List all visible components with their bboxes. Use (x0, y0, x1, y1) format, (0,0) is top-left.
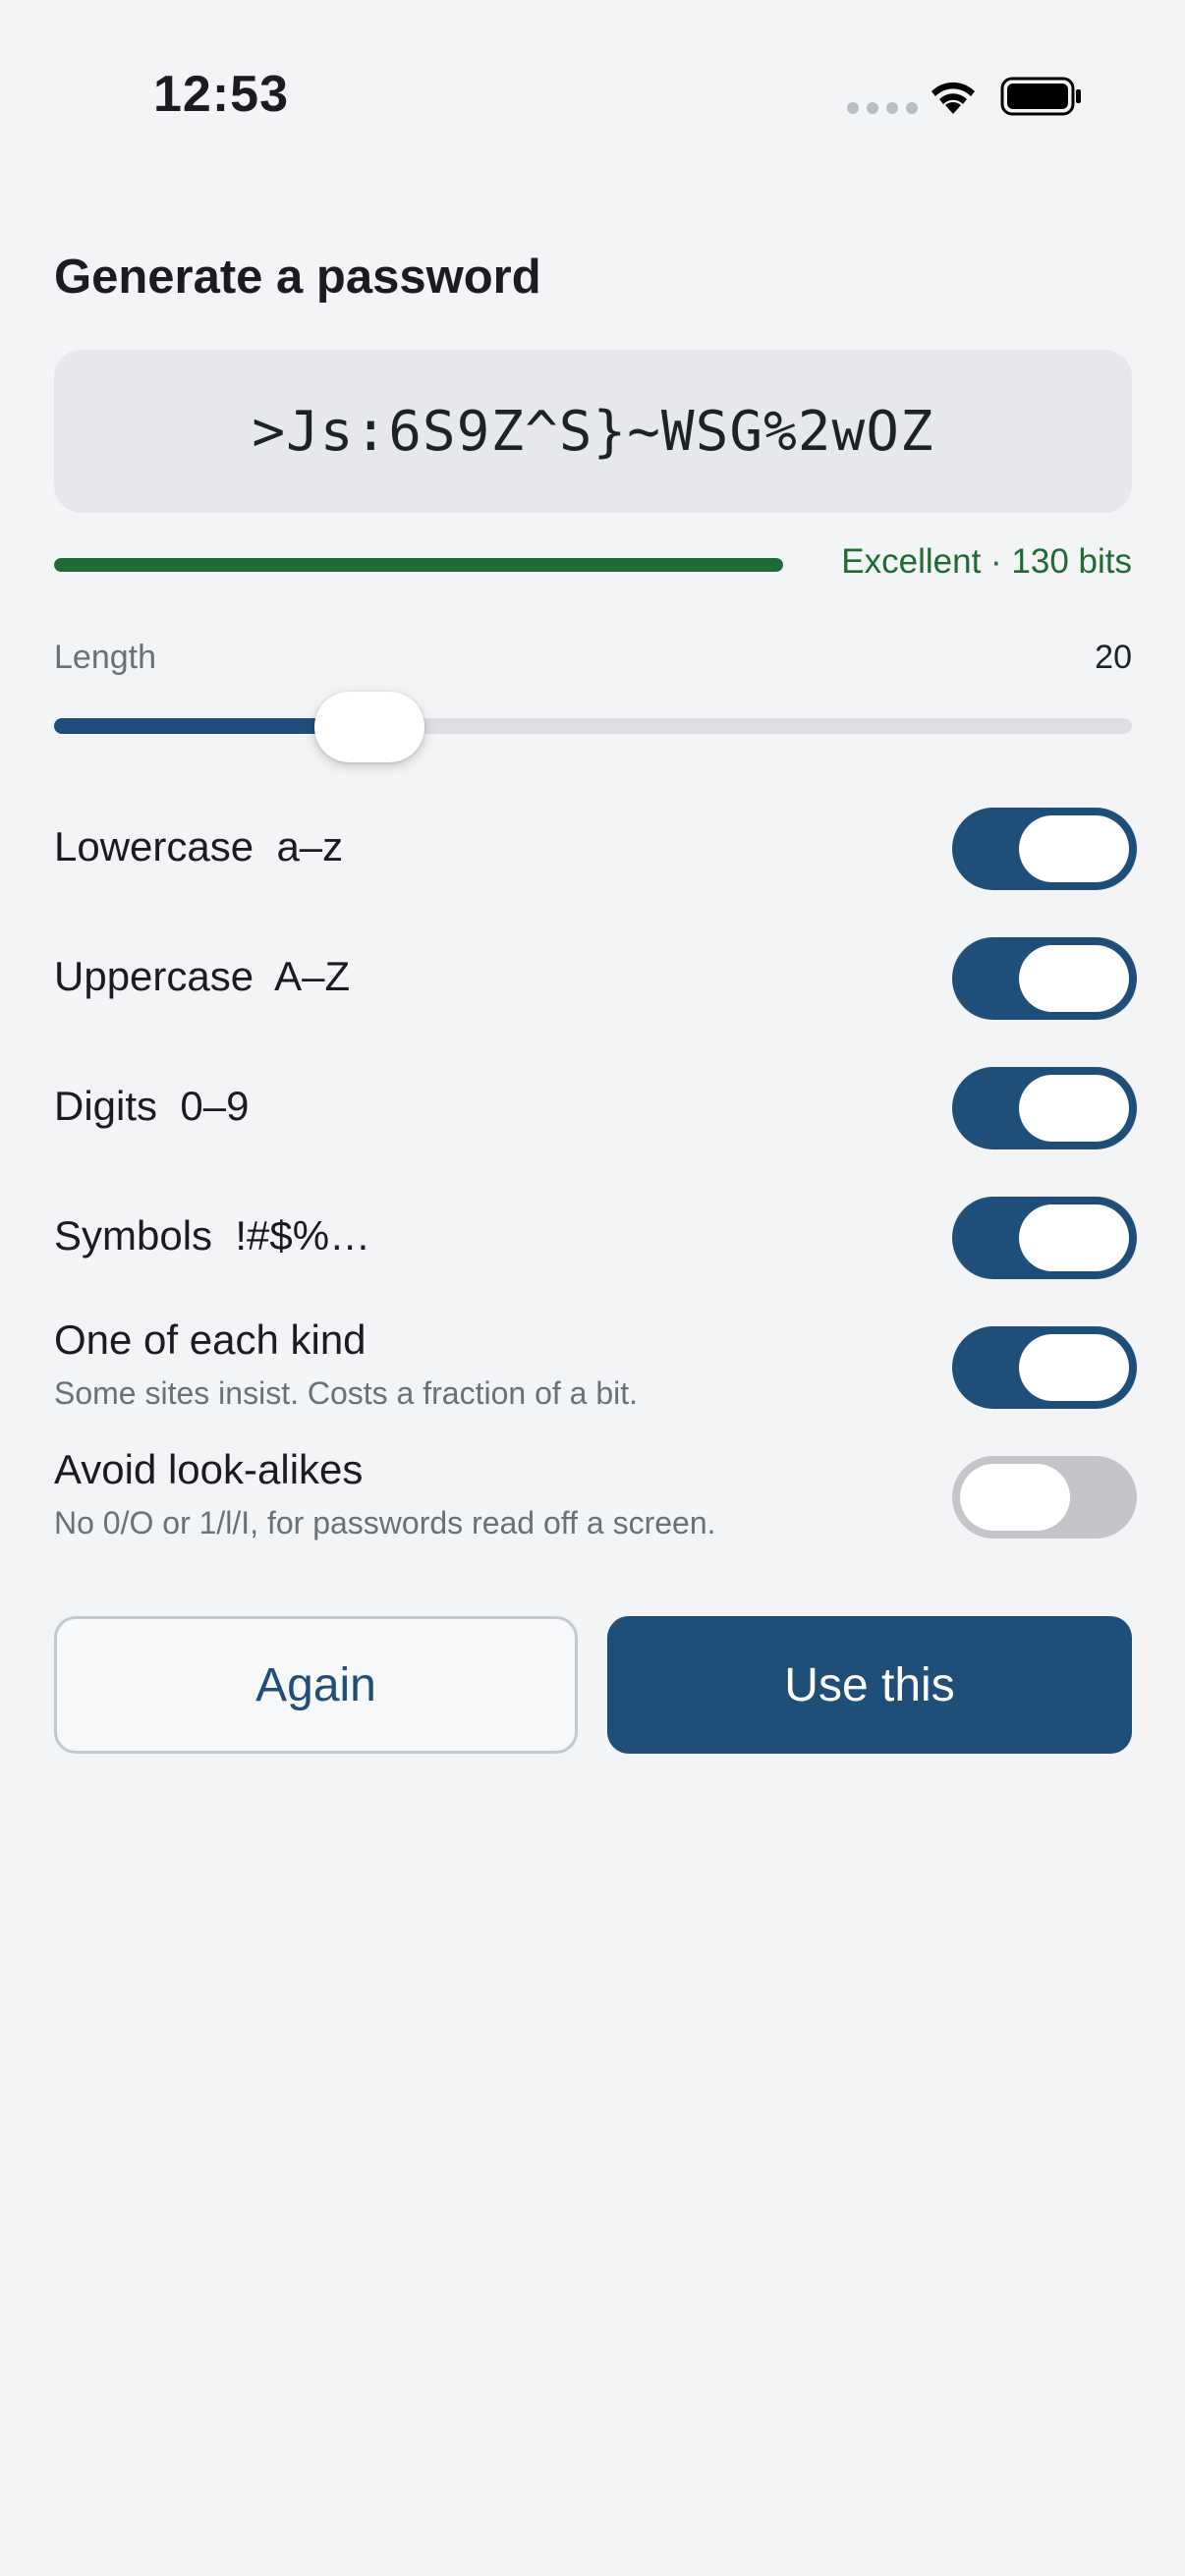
option-row-digits[interactable]: Digits 0–9 (54, 1065, 1137, 1155)
again-button[interactable]: Again (54, 1616, 578, 1754)
option-label: Lowercase a–z (54, 823, 344, 869)
option-row-avoid-look-alikes[interactable]: Avoid look-alikes No 0/O or 1/l/I, for pa… (54, 1446, 1137, 1544)
option-label: Digits 0–9 (54, 1083, 250, 1129)
toggle-uppercase[interactable] (952, 937, 1137, 1020)
length-slider-thumb[interactable] (314, 692, 425, 762)
option-row-uppercase[interactable]: Uppercase A–Z (54, 935, 1137, 1026)
length-value: 20 (1095, 639, 1132, 676)
strength-label: Excellent · 130 bits (841, 542, 1132, 581)
strength-meter (54, 558, 783, 572)
option-subtitle: No 0/O or 1/l/I, for passwords read off … (54, 1505, 716, 1540)
toggle-digits[interactable] (952, 1067, 1137, 1149)
option-row-one-of-each[interactable]: One of each kind Some sites insist. Costs… (54, 1316, 1137, 1415)
signal-icon (847, 102, 918, 114)
password-text[interactable]: >Js:6S9Z^S}~WSG%2wOZ (252, 400, 933, 464)
option-row-symbols[interactable]: Symbols !#$%… (54, 1195, 1137, 1285)
option-subtitle: Some sites insist. Costs a fraction of a… (54, 1375, 639, 1411)
use-this-button[interactable]: Use this (607, 1616, 1132, 1754)
toggle-lowercase[interactable] (952, 808, 1137, 890)
option-label: One of each kind (54, 1316, 367, 1363)
toggle-symbols[interactable] (952, 1197, 1137, 1279)
password-display[interactable]: >Js:6S9Z^S}~WSG%2wOZ (54, 350, 1132, 513)
toggle-knob (1019, 1075, 1129, 1142)
wifi-icon (931, 82, 975, 114)
toggle-avoid-look-alikes[interactable] (952, 1456, 1137, 1539)
toggle-one-of-each[interactable] (952, 1326, 1137, 1409)
toggle-knob (1019, 1334, 1129, 1401)
option-label: Symbols !#$%… (54, 1212, 371, 1259)
option-label: Uppercase A–Z (54, 953, 351, 999)
option-label: Avoid look-alikes (54, 1446, 364, 1492)
toggle-knob (1019, 815, 1129, 882)
status-time: 12:53 (153, 66, 289, 123)
length-label: Length (54, 639, 156, 676)
page-title: Generate a password (54, 251, 541, 304)
strength-meter-fill (54, 558, 783, 572)
option-row-lowercase[interactable]: Lowercase a–z (54, 806, 1137, 896)
toggle-knob (1019, 945, 1129, 1012)
battery-icon (1000, 77, 1081, 116)
toggle-knob (1019, 1204, 1129, 1271)
toggle-knob (960, 1464, 1070, 1531)
